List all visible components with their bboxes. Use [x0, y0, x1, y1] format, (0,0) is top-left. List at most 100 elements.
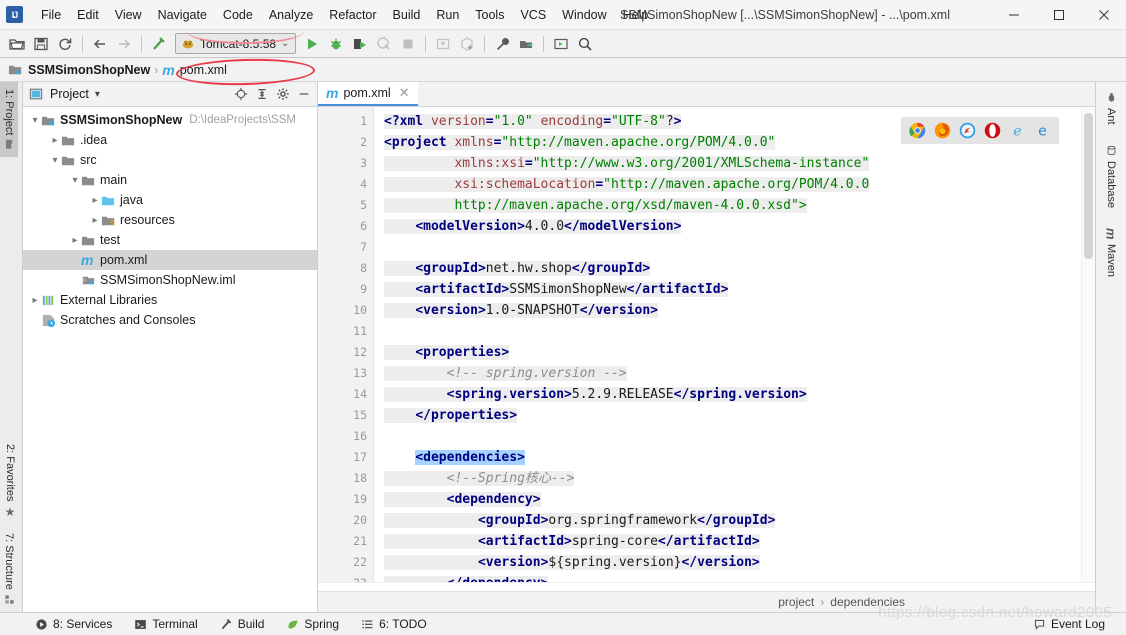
left-tab-project[interactable]: 1: Project	[0, 82, 18, 157]
chevron-down-icon[interactable]: ▾	[29, 115, 41, 126]
chevron-down-icon[interactable]: ▾	[69, 175, 81, 186]
menu-item-tools[interactable]: Tools	[467, 4, 512, 26]
edge-icon[interactable]: e	[1034, 122, 1051, 139]
search-everywhere-icon[interactable]	[574, 33, 596, 55]
project-tool-window: Project ▾ ▾SSMSimonSh	[23, 82, 318, 612]
close-tab-icon[interactable]: ✕	[399, 85, 410, 101]
run-configuration-selector[interactable]: Tomcat-8.5.58 ⌄	[175, 33, 296, 54]
status-bar-8--services[interactable]: 8: Services	[24, 617, 123, 631]
left-tab-label: 2: Favorites	[4, 444, 16, 501]
sync-icon[interactable]	[54, 33, 76, 55]
line-number: 8	[318, 258, 373, 279]
code-line: <dependency>	[384, 489, 1081, 510]
breadcrumb-project[interactable]: SSMSimonShopNew	[8, 62, 150, 77]
update-app-icon[interactable]	[432, 33, 454, 55]
chevron-right-icon[interactable]: ▸	[29, 295, 41, 306]
event-log-button[interactable]: Event Log	[1022, 617, 1116, 631]
menu-item-code[interactable]: Code	[215, 4, 261, 26]
tree-item-path: D:\IdeaProjects\SSM	[189, 114, 296, 126]
wrench-icon[interactable]	[491, 33, 513, 55]
project-panel-dropdown-icon[interactable]: ▾	[95, 89, 100, 100]
hide-panel-icon[interactable]	[294, 85, 313, 104]
chevron-right-icon[interactable]: ▸	[69, 235, 81, 246]
breadcrumb-project-label: SSMSimonShopNew	[28, 63, 150, 77]
left-tab-structure[interactable]: 7: Structure	[0, 526, 18, 612]
editor-scrollbar[interactable]: ✔	[1081, 107, 1095, 582]
tree-item-test[interactable]: ▸test	[23, 230, 317, 250]
run-config-name: Tomcat-8.5.58	[200, 37, 276, 51]
menu-item-view[interactable]: View	[107, 4, 150, 26]
status-bar-terminal[interactable]: Terminal	[123, 617, 208, 631]
tree-item-main[interactable]: ▾main	[23, 170, 317, 190]
chevron-down-icon[interactable]: ⌄	[281, 38, 289, 49]
right-tab-label: Ant	[1105, 108, 1117, 125]
menu-item-vcs[interactable]: VCS	[512, 4, 554, 26]
close-button[interactable]	[1081, 0, 1126, 30]
settings-gear-icon[interactable]	[273, 85, 292, 104]
tree-item-ssmsimonshopnew-iml[interactable]: SSMSimonShopNew.iml	[23, 270, 317, 290]
menu-item-refactor[interactable]: Refactor	[321, 4, 384, 26]
chevron-right-icon[interactable]: ▸	[89, 215, 101, 226]
forward-arrow-icon[interactable]	[113, 33, 135, 55]
redeploy-icon[interactable]	[456, 33, 478, 55]
right-tab-label: Database	[1105, 161, 1117, 208]
code-line: <artifactId>spring-core</artifactId>	[384, 531, 1081, 552]
minimize-button[interactable]	[991, 0, 1036, 30]
collapse-all-icon[interactable]	[252, 85, 271, 104]
firefox-icon[interactable]	[934, 122, 951, 139]
locate-icon[interactable]	[231, 85, 250, 104]
run-with-coverage-icon[interactable]	[349, 33, 371, 55]
tab-pom-xml[interactable]: m pom.xml ✕	[318, 82, 418, 106]
menu-item-analyze[interactable]: Analyze	[261, 4, 321, 26]
breadcrumb-file[interactable]: m pom.xml	[162, 62, 227, 78]
menu-item-window[interactable]: Window	[554, 4, 614, 26]
menu-item-run[interactable]: Run	[428, 4, 467, 26]
tree-item-pom-xml[interactable]: mpom.xml	[23, 250, 317, 270]
chrome-icon[interactable]	[909, 122, 926, 139]
line-number-gutter: 1234567891011121314151617181920212223	[318, 107, 374, 582]
chevron-right-icon[interactable]: ▸	[89, 195, 101, 206]
tree-item-external-libraries[interactable]: ▸External Libraries	[23, 290, 317, 310]
editor-breadcrumb-item[interactable]: project	[778, 595, 814, 609]
status-bar-6--todo[interactable]: 6: TODO	[350, 617, 438, 631]
menu-item-file[interactable]: File	[33, 4, 69, 26]
tree-item-resources[interactable]: ▸resources	[23, 210, 317, 230]
debug-icon[interactable]	[325, 33, 347, 55]
save-icon[interactable]	[30, 33, 52, 55]
profile-icon[interactable]	[373, 33, 395, 55]
right-tab-ant[interactable]: Ant	[1103, 90, 1119, 127]
select-in-icon[interactable]	[550, 33, 572, 55]
code-line: </properties>	[384, 405, 1081, 426]
left-tab-favorites[interactable]: 2: Favorites★	[0, 437, 20, 526]
chevron-down-icon[interactable]: ▾	[49, 155, 61, 166]
safari-icon[interactable]	[959, 122, 976, 139]
status-bar-build[interactable]: Build	[209, 617, 276, 631]
tree-item-label: java	[120, 193, 143, 207]
right-tab-maven[interactable]: mMaven	[1102, 226, 1121, 280]
code-content[interactable]: <?xml version="1.0" encoding="UTF-8"?><p…	[374, 107, 1081, 582]
hammer-icon[interactable]	[148, 33, 170, 55]
run-icon[interactable]	[301, 33, 323, 55]
opera-icon[interactable]	[984, 122, 1001, 139]
tree-item-java[interactable]: ▸ java	[23, 190, 317, 210]
menu-item-navigate[interactable]: Navigate	[150, 4, 215, 26]
tree-item-scratches-and-consoles[interactable]: Scratches and Consoles	[23, 310, 317, 330]
folder-resources-icon	[101, 213, 116, 228]
editor-breadcrumb-item[interactable]: dependencies	[830, 595, 905, 609]
tree-item-src[interactable]: ▾src	[23, 150, 317, 170]
project-structure-icon[interactable]	[515, 33, 537, 55]
tree-item--idea[interactable]: ▸.idea	[23, 130, 317, 150]
internet-explorer-icon[interactable]: e	[1009, 122, 1026, 139]
menu-item-edit[interactable]: Edit	[69, 4, 107, 26]
tree-item-ssmsimonshopnew[interactable]: ▾SSMSimonShopNewD:\IdeaProjects\SSM	[23, 110, 317, 130]
chevron-right-icon[interactable]: ▸	[49, 135, 61, 146]
scrollbar-thumb[interactable]	[1084, 113, 1093, 259]
maximize-button[interactable]	[1036, 0, 1081, 30]
right-tab-database[interactable]: Database	[1103, 143, 1119, 210]
status-bar-spring[interactable]: Spring	[275, 617, 350, 631]
line-number: 5	[318, 195, 373, 216]
back-arrow-icon[interactable]	[89, 33, 111, 55]
open-folder-icon[interactable]	[6, 33, 28, 55]
stop-icon[interactable]	[397, 33, 419, 55]
menu-item-build[interactable]: Build	[385, 4, 429, 26]
